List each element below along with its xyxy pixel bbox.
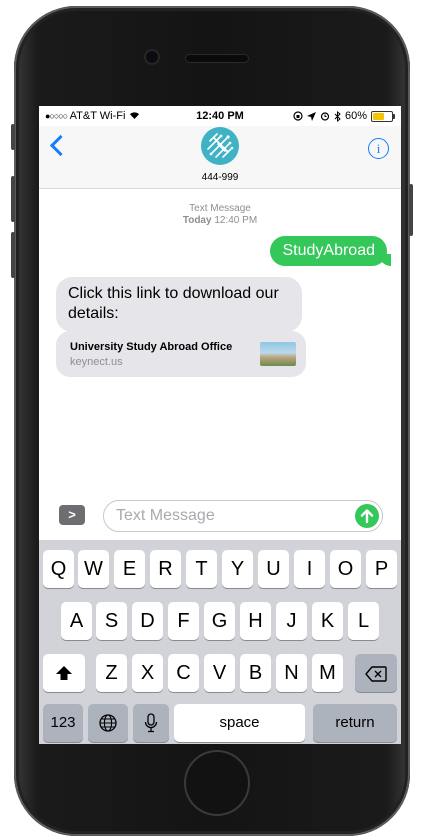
message-type-label: Text Message xyxy=(189,203,251,214)
key-a[interactable]: A xyxy=(61,602,92,640)
link-preview-thumbnail xyxy=(260,342,296,366)
key-u[interactable]: U xyxy=(258,550,289,588)
front-camera xyxy=(146,51,158,63)
arrow-up-icon xyxy=(360,509,374,524)
message-date: Today 12:40 PM xyxy=(39,215,401,227)
key-n[interactable]: N xyxy=(276,654,307,692)
return-key[interactable]: return xyxy=(313,704,397,742)
message-time: 12:40 PM xyxy=(214,215,258,226)
bluetooth-icon xyxy=(334,110,341,122)
key-r[interactable]: R xyxy=(150,550,181,588)
globe-icon xyxy=(99,714,117,732)
phone-screen: ●○○○○ AT&T Wi-Fi 12:40 PM 60% 444-999 i … xyxy=(39,106,401,744)
back-chevron-icon[interactable] xyxy=(49,134,72,157)
apps-expand-button[interactable]: > xyxy=(59,505,85,525)
key-w[interactable]: W xyxy=(78,550,109,588)
keyboard: Q W E R T Y U I O P A S D F G H J K L Z … xyxy=(39,540,401,744)
key-g[interactable]: G xyxy=(204,602,235,640)
key-z[interactable]: Z xyxy=(96,654,127,692)
key-d[interactable]: D xyxy=(132,602,163,640)
key-m[interactable]: M xyxy=(312,654,343,692)
logo-icon xyxy=(207,133,234,158)
microphone-icon xyxy=(144,713,158,733)
lock-rotation-icon xyxy=(293,111,303,121)
key-v[interactable]: V xyxy=(204,654,235,692)
globe-key[interactable] xyxy=(88,704,128,742)
delete-key[interactable] xyxy=(355,654,397,692)
incoming-message-bubble[interactable]: Click this link to download our details: xyxy=(56,277,302,332)
shift-arrow-icon xyxy=(56,666,72,680)
link-preview-card[interactable]: University Study Abroad Office keynect.u… xyxy=(56,331,306,377)
status-right: 60% xyxy=(293,110,395,122)
info-button[interactable]: i xyxy=(368,138,389,159)
key-q[interactable]: Q xyxy=(43,550,74,588)
power-button xyxy=(409,184,413,236)
shift-key[interactable] xyxy=(43,654,85,692)
outgoing-message-bubble[interactable]: StudyAbroad xyxy=(270,236,391,266)
dictation-key[interactable] xyxy=(133,704,169,742)
earpiece-speaker xyxy=(186,55,248,62)
key-s[interactable]: S xyxy=(96,602,127,640)
message-input[interactable] xyxy=(116,505,336,527)
message-composer[interactable] xyxy=(103,500,383,532)
mute-switch xyxy=(11,124,15,150)
battery-percent: 60% xyxy=(344,110,367,122)
key-h[interactable]: H xyxy=(240,602,271,640)
send-button[interactable] xyxy=(355,504,379,528)
key-o[interactable]: O xyxy=(330,550,361,588)
link-preview-title: University Study Abroad Office xyxy=(70,341,233,353)
key-p[interactable]: P xyxy=(366,550,397,588)
status-bar: ●○○○○ AT&T Wi-Fi 12:40 PM 60% xyxy=(39,106,401,126)
alarm-icon xyxy=(320,112,330,121)
key-c[interactable]: C xyxy=(168,654,199,692)
key-b[interactable]: B xyxy=(240,654,271,692)
battery-icon xyxy=(371,110,395,122)
backspace-icon xyxy=(365,666,387,682)
message-day: Today xyxy=(182,215,212,226)
contact-avatar[interactable] xyxy=(201,127,239,165)
key-j[interactable]: J xyxy=(276,602,307,640)
key-t[interactable]: T xyxy=(186,550,217,588)
volume-up-button xyxy=(11,176,15,222)
key-y[interactable]: Y xyxy=(222,550,253,588)
home-button[interactable] xyxy=(186,752,248,814)
key-e[interactable]: E xyxy=(114,550,145,588)
contact-name[interactable]: 444-999 xyxy=(39,172,401,183)
battery-fill xyxy=(373,112,384,120)
link-preview-url: keynect.us xyxy=(70,356,123,368)
key-x[interactable]: X xyxy=(132,654,163,692)
key-k[interactable]: K xyxy=(312,602,343,640)
location-icon xyxy=(306,111,316,121)
numbers-key[interactable]: 123 xyxy=(43,704,83,742)
message-timestamp: Text Message Today 12:40 PM xyxy=(39,203,401,227)
key-i[interactable]: I xyxy=(294,550,325,588)
key-l[interactable]: L xyxy=(348,602,379,640)
space-key[interactable]: space xyxy=(174,704,305,742)
volume-down-button xyxy=(11,232,15,278)
conversation-header: 444-999 i xyxy=(39,126,401,189)
key-f[interactable]: F xyxy=(168,602,199,640)
